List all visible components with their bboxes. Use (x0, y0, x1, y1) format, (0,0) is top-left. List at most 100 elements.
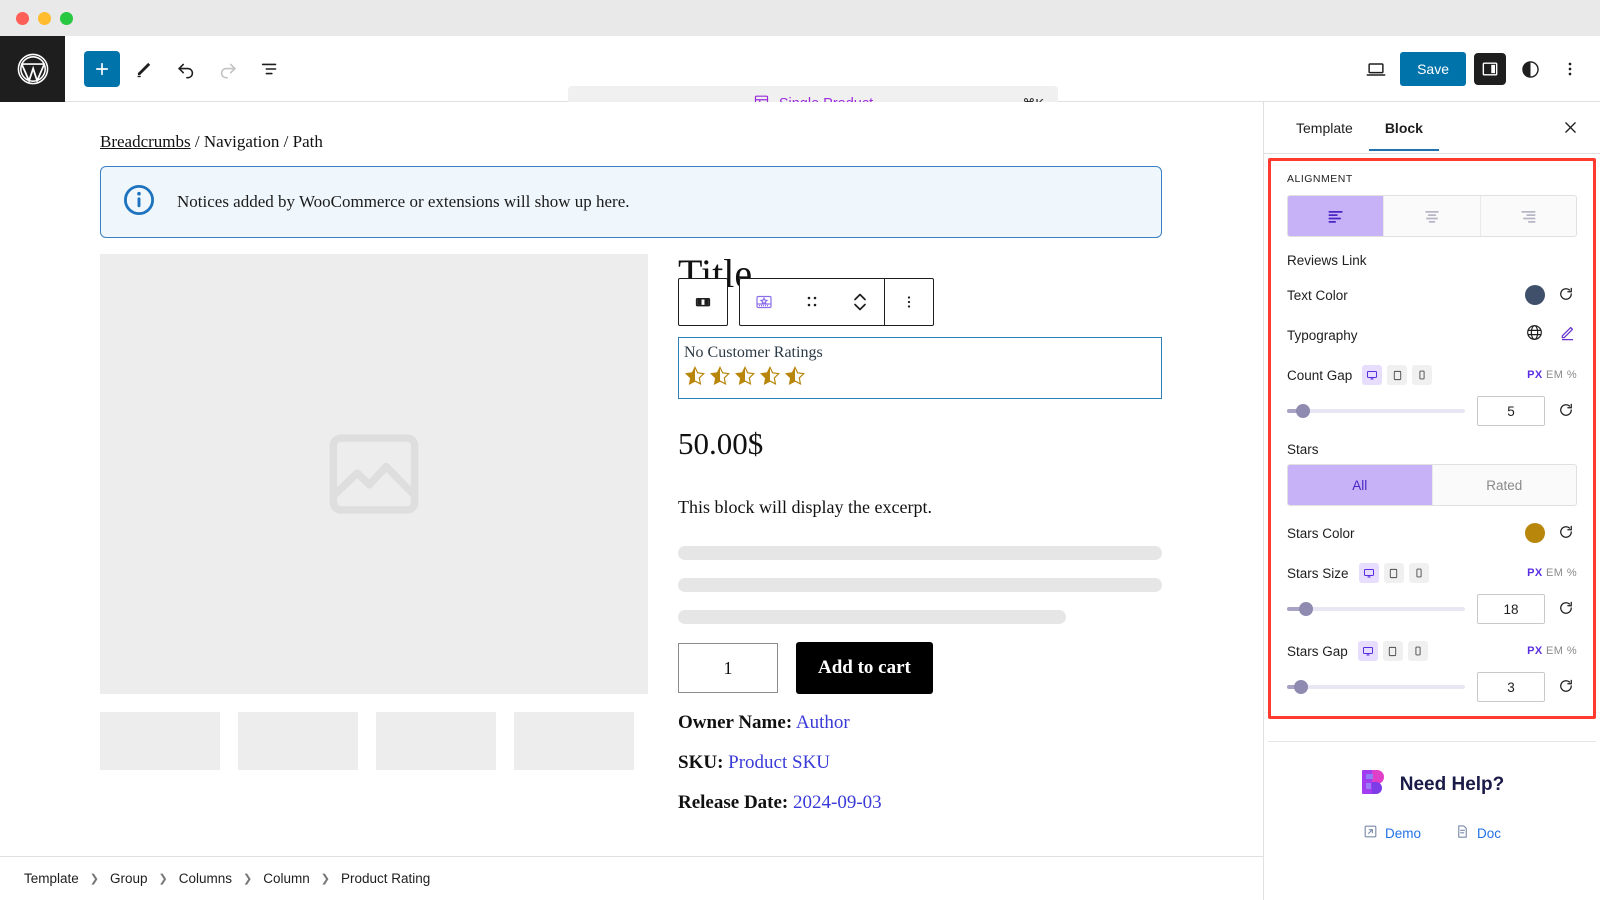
slider-knob[interactable] (1294, 680, 1308, 694)
drag-dots-icon[interactable] (788, 279, 836, 325)
window-minimize-dot[interactable] (38, 12, 51, 25)
tablet-icon[interactable] (1383, 641, 1403, 661)
product-excerpt[interactable]: This block will display the excerpt. (678, 497, 932, 518)
undo-button[interactable] (168, 51, 204, 87)
slider-knob[interactable] (1299, 602, 1313, 616)
tab-template[interactable]: Template (1280, 104, 1369, 151)
count-gap-label: Count Gap (1287, 368, 1352, 383)
count-gap-device-icons (1362, 365, 1432, 385)
redo-button[interactable] (210, 51, 246, 87)
quantity-input[interactable] (678, 643, 778, 693)
unit-em[interactable]: EM (1546, 645, 1563, 657)
gallery-thumb[interactable] (514, 712, 634, 770)
gallery-thumb[interactable] (238, 712, 358, 770)
globe-icon[interactable] (1525, 323, 1544, 347)
star-icon (684, 365, 706, 387)
text-color-swatch[interactable] (1525, 285, 1545, 305)
window-maximize-dot[interactable] (60, 12, 73, 25)
chevron-updown-icon[interactable] (836, 279, 884, 325)
list-view-button[interactable] (252, 51, 288, 87)
desktop-icon[interactable] (1359, 563, 1379, 583)
stars-size-input[interactable] (1477, 594, 1545, 624)
doc-link[interactable]: Doc (1455, 824, 1501, 842)
slider-knob[interactable] (1296, 404, 1310, 418)
product-gallery[interactable] (100, 254, 648, 770)
breadcrumb-item-column[interactable]: Column (263, 871, 310, 886)
mobile-icon[interactable] (1408, 641, 1428, 661)
sidebar-panel-icon[interactable] (1474, 53, 1506, 85)
gallery-thumb[interactable] (376, 712, 496, 770)
reset-circle-arrow-icon[interactable] (1557, 599, 1577, 619)
block-options-button[interactable] (885, 279, 933, 325)
unit-em[interactable]: EM (1546, 567, 1563, 579)
mobile-icon[interactable] (1409, 563, 1429, 583)
need-help-links: Demo Doc (1268, 824, 1596, 842)
unit-em[interactable]: EM (1546, 369, 1563, 381)
reset-circle-arrow-icon[interactable] (1557, 523, 1577, 543)
laptop-icon[interactable] (1360, 53, 1392, 85)
stars-size-units[interactable]: PX EM % (1527, 567, 1577, 579)
tablet-icon[interactable] (1384, 563, 1404, 583)
save-button[interactable]: Save (1400, 52, 1466, 86)
stars-color-swatch[interactable] (1525, 523, 1545, 543)
breadcrumb[interactable]: Breadcrumbs / Navigation / Path (100, 132, 323, 152)
product-price[interactable]: 50.00$ (678, 426, 763, 462)
tab-block[interactable]: Block (1369, 104, 1439, 151)
unit-px[interactable]: PX (1527, 645, 1542, 657)
breadcrumb-item-product-rating[interactable]: Product Rating (341, 871, 430, 886)
window-close-dot[interactable] (16, 12, 29, 25)
edit-tool-button[interactable] (126, 51, 162, 87)
reset-circle-arrow-icon[interactable] (1557, 677, 1577, 697)
add-to-cart-button[interactable]: Add to cart (796, 642, 933, 694)
pencil-edit-icon[interactable] (1558, 323, 1577, 347)
count-gap-input[interactable] (1477, 396, 1545, 426)
breadcrumb-item-group[interactable]: Group (110, 871, 148, 886)
unit-pct[interactable]: % (1567, 369, 1577, 381)
count-gap-units[interactable]: PX EM % (1527, 369, 1577, 381)
meta-release-date: Release Date: 2024-09-03 (678, 792, 882, 814)
stars-gap-slider[interactable] (1287, 677, 1465, 697)
sidebar-tabs: Template Block (1264, 102, 1600, 154)
stars-all-option[interactable]: All (1288, 465, 1433, 505)
reset-circle-arrow-icon[interactable] (1557, 285, 1577, 305)
stars-size-slider[interactable] (1287, 599, 1465, 619)
stars-gap-units[interactable]: PX EM % (1527, 645, 1577, 657)
close-icon[interactable] (1556, 114, 1584, 142)
stars-gap-input[interactable] (1477, 672, 1545, 702)
unit-px[interactable]: PX (1527, 567, 1542, 579)
breadcrumb-link[interactable]: Breadcrumbs (100, 132, 191, 151)
wordpress-logo[interactable] (0, 36, 65, 102)
align-left-icon[interactable] (1288, 196, 1384, 236)
unit-pct[interactable]: % (1567, 645, 1577, 657)
stars-rated-option[interactable]: Rated (1433, 465, 1577, 505)
gallery-thumb[interactable] (100, 712, 220, 770)
demo-link[interactable]: Demo (1363, 824, 1421, 842)
unit-px[interactable]: PX (1527, 369, 1542, 381)
meta-value[interactable]: Product SKU (728, 752, 830, 773)
product-image-placeholder[interactable] (100, 254, 648, 694)
meta-label: SKU: (678, 752, 723, 773)
stars-gap-row: Stars Gap PX EM (1287, 638, 1577, 664)
meta-value[interactable]: Author (796, 712, 850, 733)
column-block-icon[interactable] (679, 279, 727, 325)
breadcrumb-item-columns[interactable]: Columns (179, 871, 232, 886)
tablet-icon[interactable] (1387, 365, 1407, 385)
desktop-icon[interactable] (1358, 641, 1378, 661)
stars-size-slider-row (1287, 594, 1577, 624)
reset-circle-arrow-icon[interactable] (1557, 401, 1577, 421)
editor-canvas[interactable]: Breadcrumbs / Navigation / Path Notices … (0, 102, 1264, 900)
contrast-circle-icon[interactable] (1514, 53, 1546, 85)
external-window-icon (1363, 824, 1378, 842)
more-options-button[interactable] (1554, 53, 1586, 85)
breadcrumb-item-template[interactable]: Template (24, 871, 79, 886)
rating-block-icon[interactable] (740, 279, 788, 325)
align-center-icon[interactable] (1384, 196, 1480, 236)
add-block-button[interactable] (84, 51, 120, 87)
meta-value[interactable]: 2024-09-03 (793, 792, 882, 813)
desktop-icon[interactable] (1362, 365, 1382, 385)
count-gap-slider[interactable] (1287, 401, 1465, 421)
unit-pct[interactable]: % (1567, 567, 1577, 579)
align-right-icon[interactable] (1481, 196, 1576, 236)
product-rating-block[interactable]: No Customer Ratings (678, 337, 1162, 399)
mobile-icon[interactable] (1412, 365, 1432, 385)
